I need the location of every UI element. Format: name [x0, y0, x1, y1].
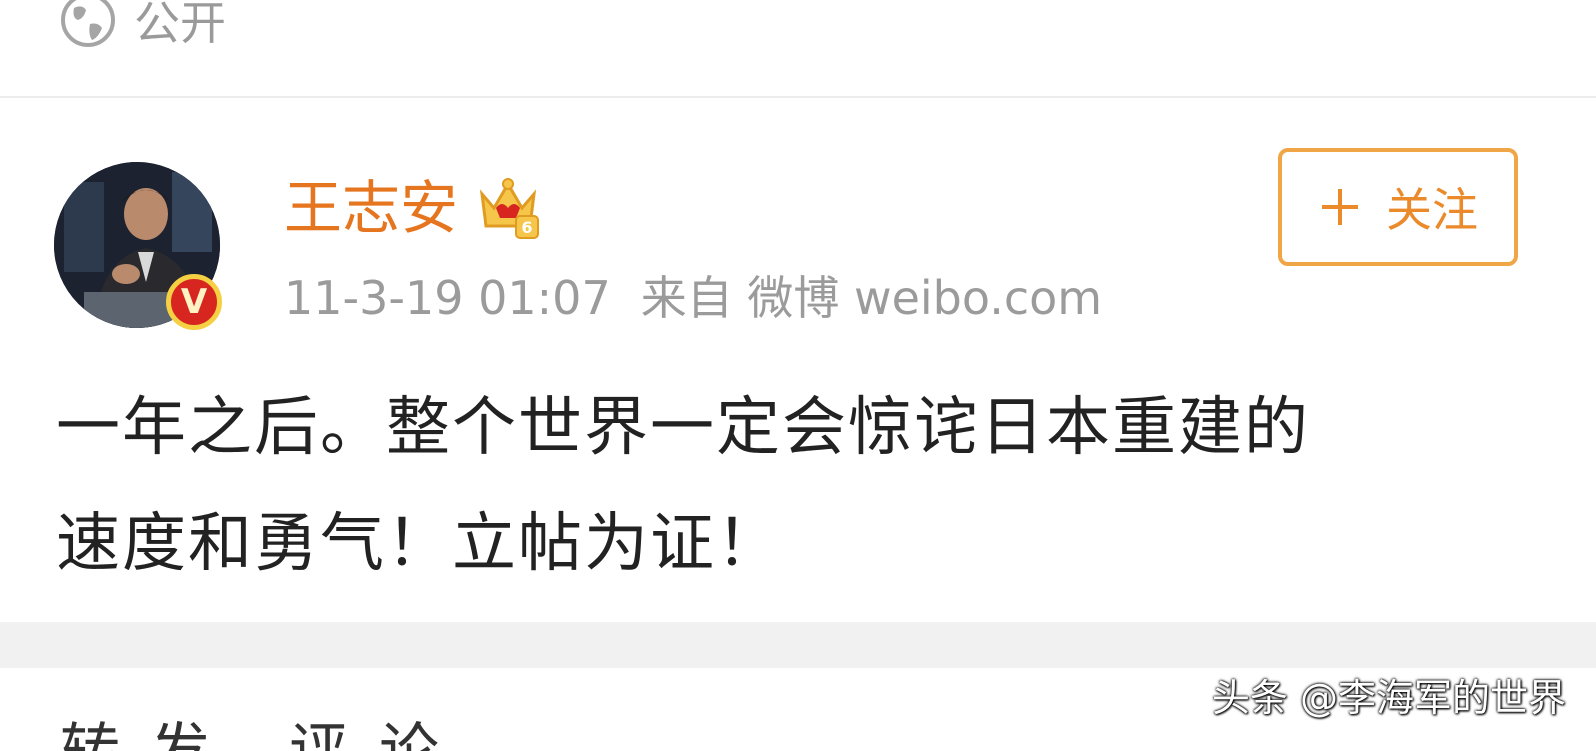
post-text: 一年之后。整个世界一定会惊诧日本重建的 速度和勇气！立帖为证！ [56, 370, 1536, 602]
visibility-indicator: 公开 [58, 0, 226, 50]
toutiao-watermark: 头条 @李海军的世界 [1211, 676, 1566, 720]
visibility-label: 公开 [134, 0, 226, 50]
svg-text:6: 6 [521, 218, 532, 237]
post-meta: 11-3-19 01:07 来自 微博 weibo.com [284, 268, 1102, 328]
verified-badge: V [166, 274, 222, 330]
next-card-peek-text: 转发 评论 [60, 722, 469, 751]
post-text-line: 一年之后。整个世界一定会惊诧日本重建的 [56, 391, 1310, 465]
source-prefix: 来自 [640, 271, 733, 325]
card-separator [0, 622, 1596, 668]
weibo-post-card: V 王志安 6 11-3-19 01:07 来自 微博 weibo.com 关注 … [0, 98, 1596, 622]
author-name-row: 王志安 6 [284, 172, 540, 244]
post-source: 微博 weibo.com [747, 271, 1103, 325]
author-name[interactable]: 王志安 [284, 172, 458, 244]
plus-icon [1322, 189, 1358, 225]
post-visibility-bar: 公开 [0, 0, 1596, 98]
post-timestamp: 11-3-19 01:07 [284, 271, 611, 325]
follow-label: 关注 [1386, 183, 1478, 237]
post-text-line: 速度和勇气！立帖为证！ [56, 507, 782, 581]
globe-icon [61, 0, 115, 47]
follow-button[interactable]: 关注 [1278, 148, 1518, 266]
verified-badge-label: V [180, 282, 208, 322]
crown-level-6-icon: 6 [479, 178, 540, 239]
